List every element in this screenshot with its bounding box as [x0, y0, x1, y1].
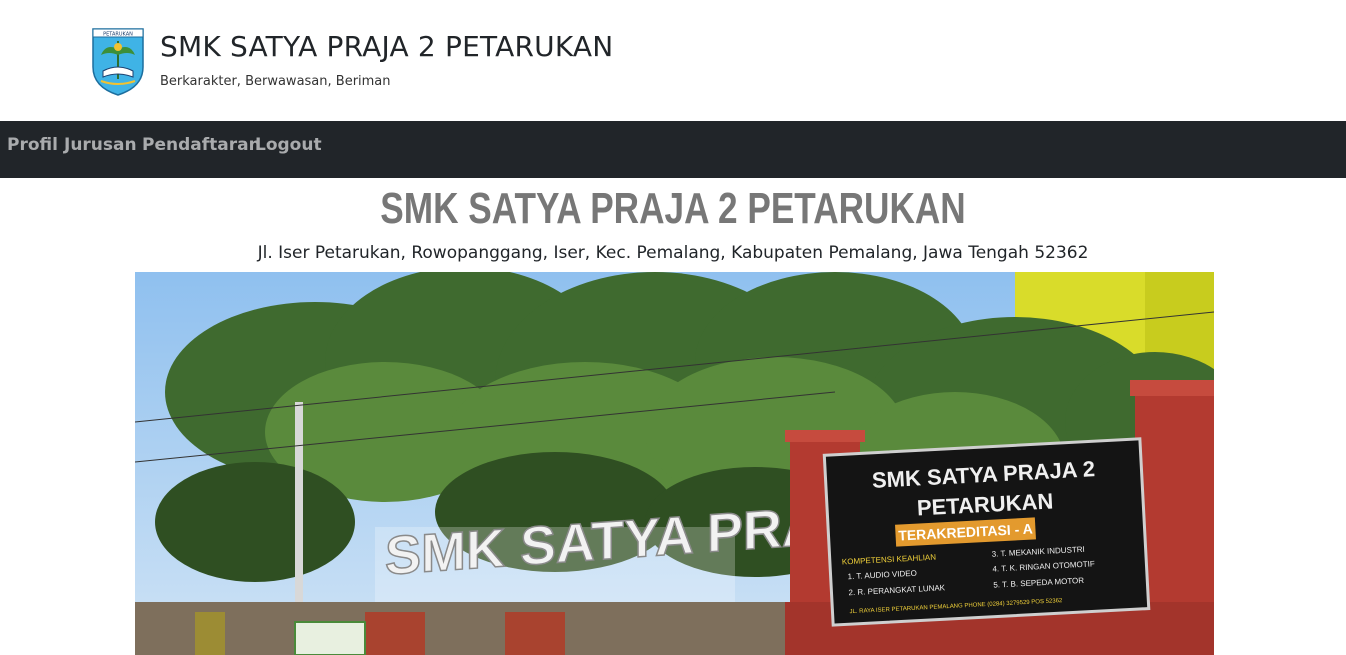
- site-header: PETARUKAN SMK SATYA PRAJA 2 PETARUKAN Be…: [0, 0, 1346, 121]
- school-logo: PETARUKAN: [91, 25, 145, 97]
- site-tagline: Berkarakter, Berwawasan, Beriman: [160, 74, 391, 89]
- page-title: SMK SATYA PRAJA 2 PETARUKAN: [380, 184, 966, 233]
- main-navbar: Profil Jurusan Pendaftaran Logout: [0, 121, 1346, 178]
- school-address: Jl. Iser Petarukan, Rowopanggang, Iser, …: [257, 243, 1089, 263]
- nav-item-pendaftaran[interactable]: Pendaftaran: [142, 135, 261, 155]
- nav-item-profil[interactable]: Profil: [7, 135, 58, 155]
- nav-item-jurusan[interactable]: Jurusan: [64, 135, 137, 155]
- site-title: SMK SATYA PRAJA 2 PETARUKAN: [160, 30, 614, 63]
- svg-text:PETARUKAN: PETARUKAN: [103, 32, 133, 38]
- school-gate-photo: SMK SATYA PRAJA 2 SMK SATYA PRAJA 2 PETA…: [135, 272, 1214, 655]
- nav-item-logout[interactable]: Logout: [255, 135, 322, 155]
